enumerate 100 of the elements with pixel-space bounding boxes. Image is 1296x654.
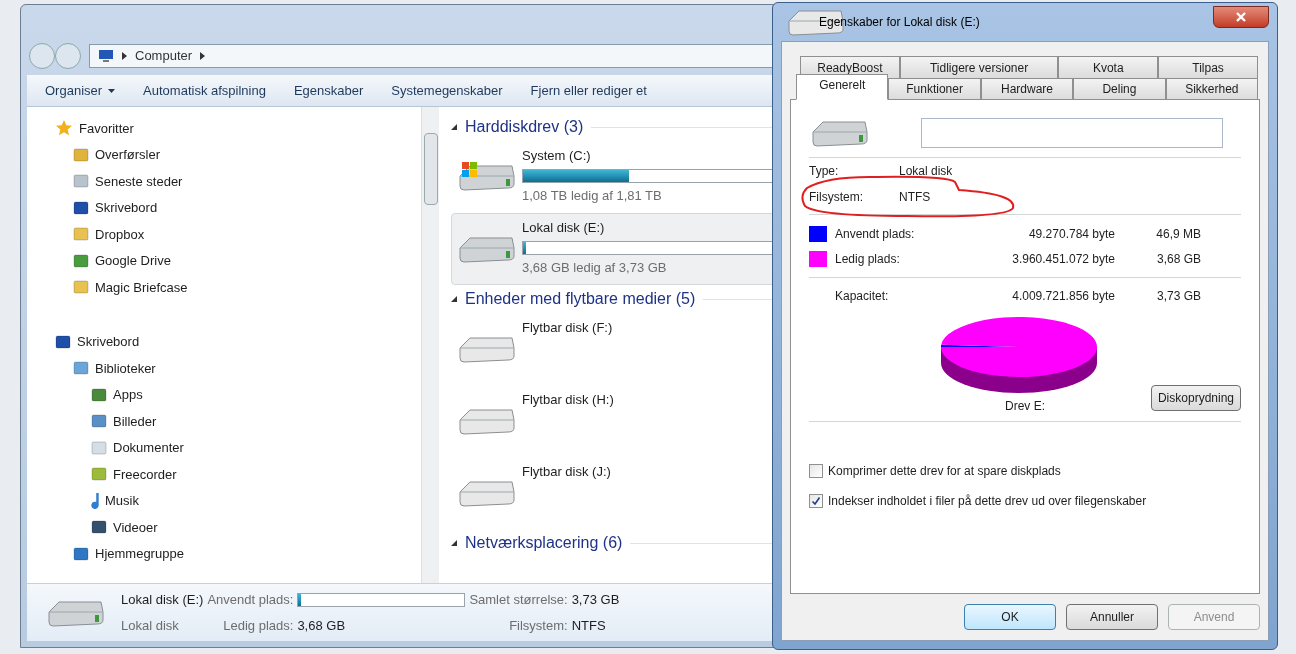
- tab[interactable]: Tilpas: [1158, 56, 1258, 78]
- group-header[interactable]: Enheder med flytbare medier (5): [465, 287, 696, 311]
- folder-icon: [73, 279, 89, 296]
- field-label: Ledig plads:: [222, 616, 294, 635]
- drive-label: Drev E:: [1005, 398, 1045, 415]
- nav-item[interactable]: Videoer: [113, 517, 158, 537]
- drive-tile[interactable]: Flytbar disk (F:): [451, 313, 783, 385]
- picture-icon: [91, 413, 107, 430]
- nav-item[interactable]: Biblioteker: [95, 358, 156, 378]
- field-value: 3,73 GB: [1155, 287, 1202, 305]
- tab[interactable]: Deling: [1073, 78, 1166, 100]
- folder-icon: [73, 146, 89, 163]
- close-icon: [1236, 12, 1246, 22]
- drive-name: Flytbar disk (J:): [522, 463, 612, 481]
- field-value: 4.009.721.856 byte: [1011, 287, 1115, 305]
- field-value: 3.960.451.072 byte: [1011, 250, 1115, 268]
- field-value: 3,73 GB: [571, 591, 620, 609]
- nav-item[interactable]: Billeder: [113, 411, 157, 431]
- tab[interactable]: Hardware: [980, 78, 1074, 100]
- field-label: Filsystem:: [508, 616, 568, 635]
- chevron-icon: [200, 52, 206, 60]
- desktop-icon: [55, 333, 71, 350]
- name-field[interactable]: [921, 117, 1223, 148]
- apps-icon: [91, 386, 107, 403]
- group-header[interactable]: Harddiskdrev (3): [465, 115, 584, 139]
- document-icon: [91, 439, 107, 456]
- collapse-icon[interactable]: [451, 540, 457, 546]
- nav-item[interactable]: Magic Briefcase: [95, 277, 188, 297]
- nav-item[interactable]: Favoritter: [79, 118, 134, 138]
- drive-name: Lokal disk (E:): [522, 219, 606, 237]
- dialog-button[interactable]: OK: [964, 604, 1056, 630]
- toolbar-button[interactable]: Egenskaber: [293, 80, 364, 101]
- drive-tile[interactable]: Flytbar disk (J:): [451, 457, 783, 529]
- nav-item[interactable]: Seneste steder: [95, 171, 183, 191]
- computer-icon: [98, 49, 114, 63]
- toolbar-button[interactable]: Fjern eller rediger et: [530, 80, 647, 101]
- checkbox[interactable]: [809, 494, 823, 508]
- field-value: 3,68 GB: [1155, 250, 1202, 268]
- group-header[interactable]: Netværksplacering (6): [465, 531, 623, 555]
- scroll-thumb[interactable]: [423, 133, 438, 205]
- tab[interactable]: Sikkerhed: [1165, 78, 1259, 100]
- cleanup-button[interactable]: Diskoprydning: [1150, 385, 1241, 411]
- nav-item[interactable]: Dropbox: [95, 224, 145, 244]
- checkbox[interactable]: [809, 464, 823, 478]
- check-icon: [811, 496, 821, 506]
- field-value: NTFS: [899, 189, 932, 206]
- nav-item[interactable]: Musik: [105, 491, 139, 511]
- field-label: Type:: [809, 163, 840, 180]
- drive-space: 3,68 GB ledig af 3,73 GB: [522, 258, 668, 277]
- field-value: NTFS: [571, 616, 607, 635]
- nav-item[interactable]: Dokumenter: [113, 438, 184, 458]
- nav-item[interactable]: Skrivebord: [77, 332, 140, 352]
- forward-button[interactable]: [55, 43, 81, 69]
- toolbar-button[interactable]: Systemegenskaber: [391, 80, 503, 101]
- nav-item[interactable]: Skrivebord: [95, 198, 158, 218]
- drive-tile[interactable]: Flytbar disk (H:): [451, 385, 783, 457]
- nav-item[interactable]: Google Drive: [95, 251, 171, 271]
- field-label: Ledig plads:: [835, 250, 901, 268]
- toolbar-button[interactable]: Organiser: [45, 80, 116, 101]
- tab[interactable]: Funktioner: [888, 78, 981, 100]
- drive-tile[interactable]: System (C:) 1,08 TB ledig af 1,81 TB: [451, 141, 783, 213]
- homegroup-icon: [73, 545, 89, 562]
- field-value: 49.270.784 byte: [1027, 225, 1115, 243]
- music-note-icon: [91, 492, 99, 509]
- chevron-icon: [122, 52, 127, 60]
- field-label: Anvendt plads:: [835, 225, 916, 243]
- tab[interactable]: Generelt: [796, 74, 889, 100]
- nav-item[interactable]: Overførsler: [95, 145, 160, 165]
- drive-name: Flytbar disk (H:): [522, 391, 615, 409]
- tab[interactable]: Kvota: [1058, 56, 1159, 78]
- collapse-icon[interactable]: [451, 296, 457, 302]
- drive-name: Lokal disk (E:): [121, 591, 204, 609]
- field-value: 46,9 MB: [1155, 225, 1202, 243]
- back-button[interactable]: [29, 43, 55, 69]
- breadcrumb-item[interactable]: Computer: [135, 46, 193, 66]
- nav-item[interactable]: Apps: [113, 385, 143, 405]
- drive-name: Flytbar disk (F:): [522, 319, 614, 337]
- desktop-icon: [73, 199, 89, 216]
- nav-item[interactable]: Hjemmegruppe: [95, 544, 184, 564]
- folder-icon: [73, 226, 89, 243]
- window-title: Egenskaber for Lokal disk (E:): [819, 14, 980, 31]
- field-label: Filsystem:: [809, 189, 864, 206]
- scrollbar[interactable]: [421, 107, 439, 583]
- drive-folder-icon: [73, 252, 89, 269]
- recent-icon: [73, 173, 89, 190]
- toolbar-button[interactable]: Automatisk afspilning: [143, 80, 266, 101]
- collapse-icon[interactable]: [451, 124, 457, 130]
- drive-type: Lokal disk: [121, 616, 180, 635]
- close-button[interactable]: [1213, 6, 1269, 28]
- field-label: Kapacitet:: [835, 287, 890, 305]
- media-icon: [91, 466, 107, 483]
- checkbox-label: Indekser indholdet i filer på dette drev ud over filegenskaber: [828, 493, 1147, 510]
- nav-item[interactable]: Freecorder: [113, 464, 177, 484]
- field-value: Lokal disk: [899, 163, 954, 180]
- drive-space: 1,08 TB ledig af 1,81 TB: [522, 186, 663, 205]
- star-icon: [55, 119, 73, 138]
- tab[interactable]: Tidligere versioner: [899, 56, 1059, 78]
- checkbox-label: Komprimer dette drev for at spare diskplads: [828, 463, 1061, 480]
- dialog-button[interactable]: Annuller: [1066, 604, 1158, 630]
- film-icon: [91, 519, 107, 536]
